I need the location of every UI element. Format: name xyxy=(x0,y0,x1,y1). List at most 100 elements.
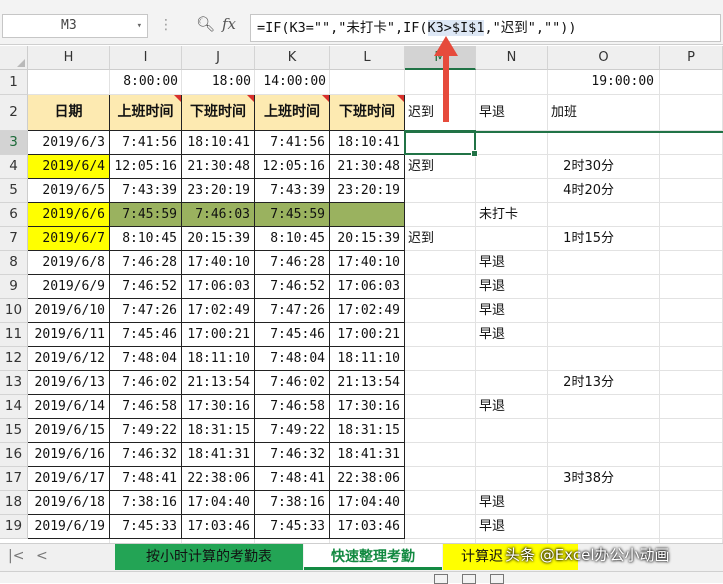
row-header-13[interactable]: 13 xyxy=(0,371,28,395)
column-header-n[interactable]: N xyxy=(476,46,548,70)
header-late[interactable]: 迟到 xyxy=(405,95,476,131)
time-cell[interactable]: 7:46:32 xyxy=(110,443,182,467)
date-cell[interactable]: 2019/6/12 xyxy=(28,347,110,371)
time-cell[interactable]: 18:11:10 xyxy=(182,347,255,371)
column-header-k[interactable]: K xyxy=(255,46,330,70)
time-cell[interactable]: 17:06:03 xyxy=(330,275,405,299)
early-leave-cell[interactable]: 早退 xyxy=(476,251,548,275)
time-cell[interactable]: 18:41:31 xyxy=(330,443,405,467)
time-cell[interactable]: 17:00:21 xyxy=(330,323,405,347)
standard-end-time[interactable]: 18:00 xyxy=(182,70,255,95)
date-cell[interactable]: 2019/6/3 xyxy=(28,131,110,155)
time-cell[interactable]: 12:05:16 xyxy=(110,155,182,179)
late-cell[interactable]: 迟到 xyxy=(405,227,476,251)
date-cell[interactable]: 2019/6/5 xyxy=(28,179,110,203)
date-cell[interactable]: 2019/6/7 xyxy=(28,227,110,251)
time-cell[interactable]: 7:46:58 xyxy=(110,395,182,419)
insert-function-button[interactable]: fx xyxy=(222,15,236,33)
time-cell[interactable] xyxy=(330,203,405,227)
row-header-10[interactable]: 10 xyxy=(0,299,28,323)
time-cell[interactable]: 17:00:21 xyxy=(182,323,255,347)
row-header-7[interactable]: 7 xyxy=(0,227,28,251)
date-cell[interactable]: 2019/6/18 xyxy=(28,491,110,515)
time-cell[interactable]: 7:41:56 xyxy=(110,131,182,155)
time-cell[interactable]: 7:48:41 xyxy=(255,467,330,491)
column-header-i[interactable]: I xyxy=(110,46,182,70)
time-cell[interactable]: 7:49:22 xyxy=(255,419,330,443)
page-layout-icon[interactable] xyxy=(462,574,476,584)
name-box[interactable]: M3 ▾ xyxy=(2,14,148,38)
date-cell[interactable]: 2019/6/11 xyxy=(28,323,110,347)
time-cell[interactable]: 20:15:39 xyxy=(330,227,405,251)
page-break-icon[interactable] xyxy=(490,574,504,584)
sheet-tab-quick-attendance[interactable]: 快速整理考勤 xyxy=(304,544,442,570)
early-leave-cell[interactable]: 早退 xyxy=(476,491,548,515)
date-cell[interactable]: 2019/6/17 xyxy=(28,467,110,491)
date-cell[interactable]: 2019/6/10 xyxy=(28,299,110,323)
column-header-h[interactable]: H xyxy=(28,46,110,70)
time-cell[interactable]: 17:03:46 xyxy=(182,515,255,539)
early-leave-cell[interactable]: 早退 xyxy=(476,395,548,419)
time-cell[interactable]: 7:47:26 xyxy=(110,299,182,323)
date-cell[interactable]: 2019/6/14 xyxy=(28,395,110,419)
time-cell[interactable]: 7:48:41 xyxy=(110,467,182,491)
row-header-9[interactable]: 9 xyxy=(0,275,28,299)
date-cell[interactable]: 2019/6/4 xyxy=(28,155,110,179)
time-cell[interactable]: 7:46:52 xyxy=(255,275,330,299)
time-cell[interactable]: 7:48:04 xyxy=(255,347,330,371)
header-h[interactable]: 日期 xyxy=(28,95,110,131)
first-sheet-nav-icon[interactable]: |< xyxy=(8,548,24,564)
row-header-5[interactable]: 5 xyxy=(0,179,28,203)
sheet-tab-hourly-attendance[interactable]: 按小时计算的考勤表 xyxy=(115,544,303,570)
overtime-cell[interactable]: 3时38分 xyxy=(548,467,660,491)
time-cell[interactable]: 18:31:15 xyxy=(330,419,405,443)
time-cell[interactable]: 7:45:59 xyxy=(255,203,330,227)
date-cell[interactable]: 2019/6/19 xyxy=(28,515,110,539)
header-k[interactable]: 上班时间 xyxy=(255,95,330,131)
standard-start-time[interactable]: 8:00:00 xyxy=(110,70,182,95)
row-header-11[interactable]: 11 xyxy=(0,323,28,347)
time-cell[interactable]: 7:45:59 xyxy=(110,203,182,227)
early-leave-cell[interactable]: 早退 xyxy=(476,515,548,539)
date-cell[interactable]: 2019/6/13 xyxy=(28,371,110,395)
date-cell[interactable]: 2019/6/6 xyxy=(28,203,110,227)
time-cell[interactable]: 17:04:40 xyxy=(182,491,255,515)
overtime-cell[interactable]: 2时30分 xyxy=(548,155,660,179)
time-cell[interactable]: 7:46:52 xyxy=(110,275,182,299)
time-cell[interactable]: 7:46:28 xyxy=(110,251,182,275)
row-header-15[interactable]: 15 xyxy=(0,419,28,443)
time-cell[interactable]: 20:15:39 xyxy=(182,227,255,251)
time-cell[interactable]: 21:13:54 xyxy=(330,371,405,395)
time-cell[interactable]: 12:05:16 xyxy=(255,155,330,179)
time-cell[interactable]: 21:30:48 xyxy=(182,155,255,179)
header-l[interactable]: 下班时间 xyxy=(330,95,405,131)
header-overtime[interactable]: 加班 xyxy=(548,95,660,131)
prev-sheet-nav-icon[interactable]: < xyxy=(36,548,48,564)
date-cell[interactable]: 2019/6/8 xyxy=(28,251,110,275)
overtime-cell[interactable]: 4时20分 xyxy=(548,179,660,203)
time-cell[interactable]: 7:49:22 xyxy=(110,419,182,443)
time-cell[interactable]: 18:31:15 xyxy=(182,419,255,443)
time-cell[interactable]: 17:40:10 xyxy=(330,251,405,275)
time-cell[interactable]: 17:30:16 xyxy=(182,395,255,419)
column-header-o[interactable]: O xyxy=(548,46,660,70)
time-cell[interactable]: 23:20:19 xyxy=(182,179,255,203)
zoom-icon[interactable]: 🔍︎ xyxy=(196,15,215,33)
column-header-j[interactable]: J xyxy=(182,46,255,70)
time-cell[interactable]: 7:43:39 xyxy=(110,179,182,203)
active-cell-m3[interactable] xyxy=(404,130,478,157)
afternoon-start-time[interactable]: 14:00:00 xyxy=(255,70,330,95)
time-cell[interactable]: 7:38:16 xyxy=(110,491,182,515)
chevron-down-icon[interactable]: ▾ xyxy=(137,15,142,37)
time-cell[interactable]: 7:46:03 xyxy=(182,203,255,227)
date-cell[interactable]: 2019/6/9 xyxy=(28,275,110,299)
time-cell[interactable]: 21:13:54 xyxy=(182,371,255,395)
header-early-leave[interactable]: 早退 xyxy=(476,95,548,131)
time-cell[interactable]: 18:10:41 xyxy=(182,131,255,155)
late-cell[interactable]: 迟到 xyxy=(405,155,476,179)
time-cell[interactable]: 17:03:46 xyxy=(330,515,405,539)
row-header-17[interactable]: 17 xyxy=(0,467,28,491)
overtime-cell[interactable]: 2时13分 xyxy=(548,371,660,395)
row-header-19[interactable]: 19 xyxy=(0,515,28,539)
time-cell[interactable]: 7:46:58 xyxy=(255,395,330,419)
